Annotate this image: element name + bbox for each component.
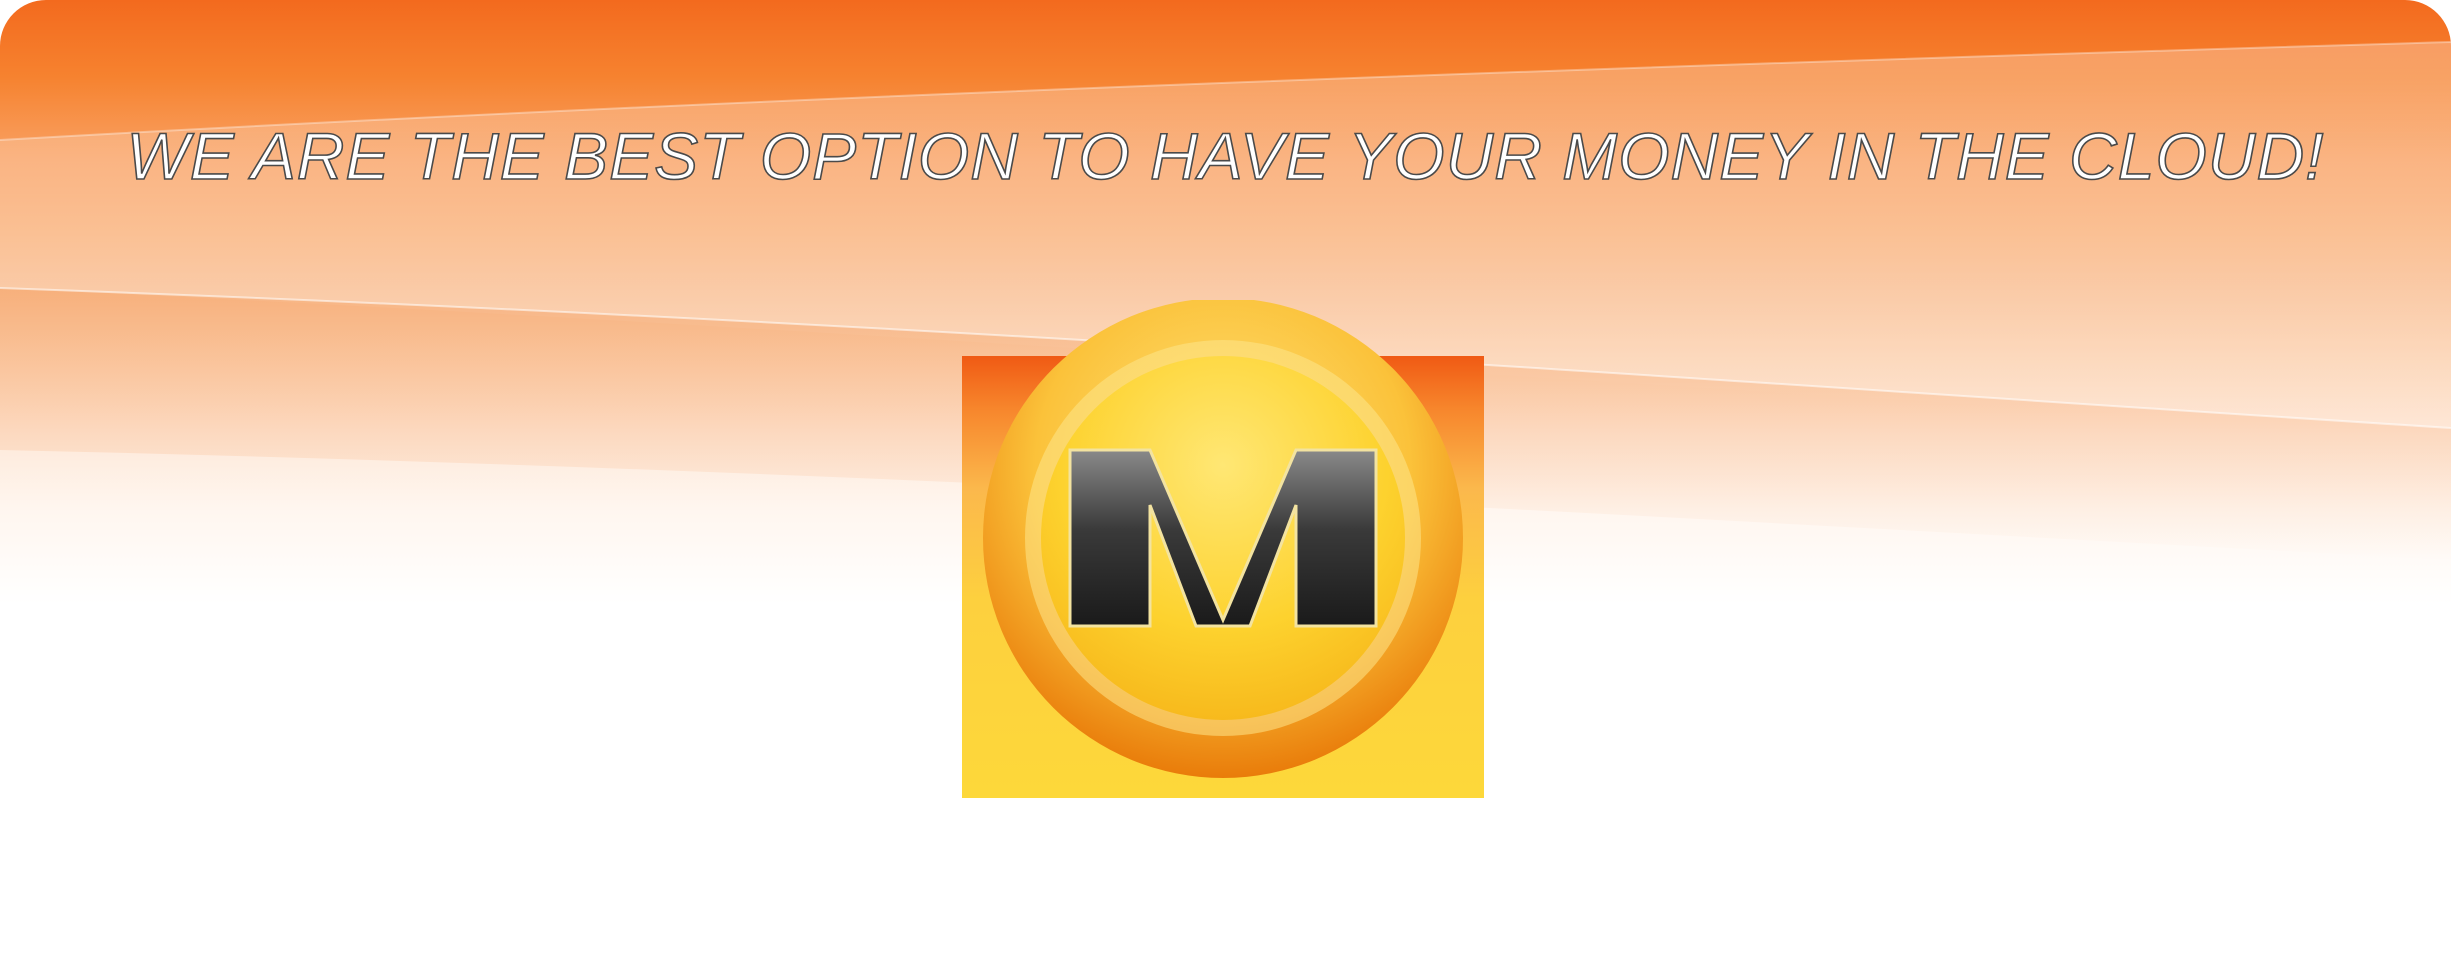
coin-logo-icon bbox=[962, 300, 1484, 798]
hero-banner: WE ARE THE BEST OPTION TO HAVE YOUR MONE… bbox=[0, 0, 2451, 959]
headline: WE ARE THE BEST OPTION TO HAVE YOUR MONE… bbox=[126, 118, 2325, 194]
